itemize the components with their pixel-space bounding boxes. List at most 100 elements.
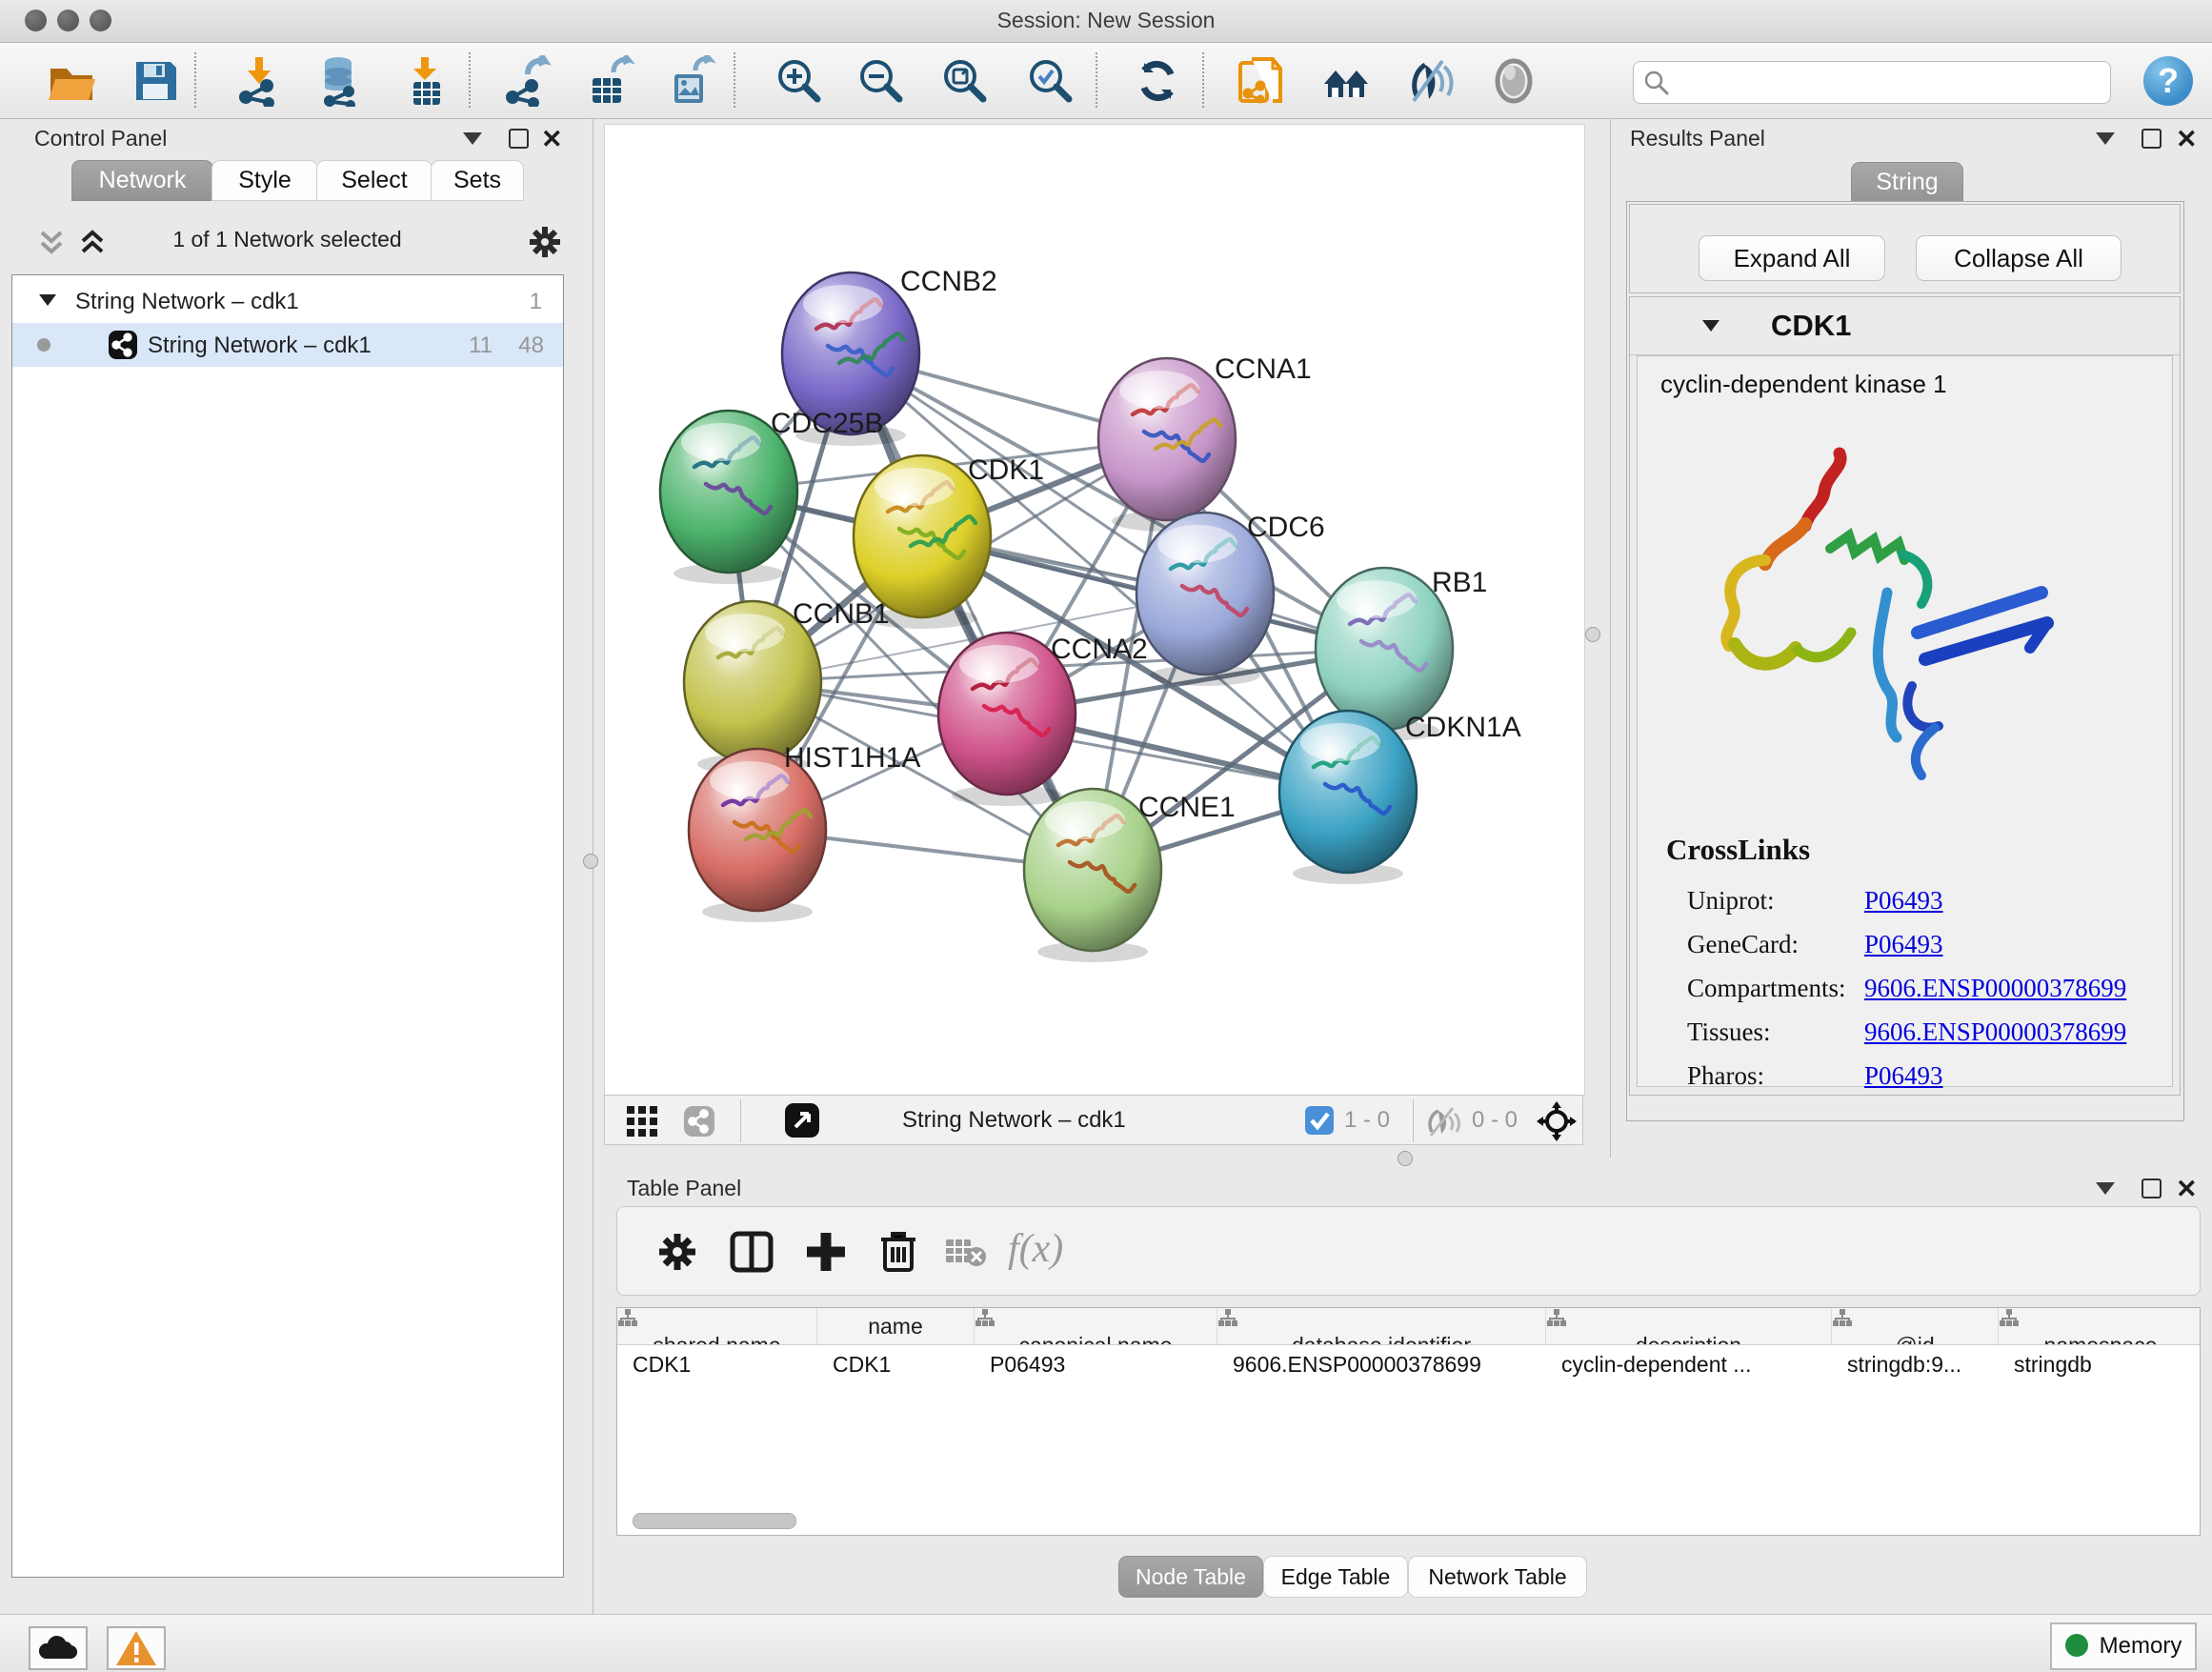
table-cell: 9606.ENSP00000378699: [1217, 1344, 1546, 1386]
tab-sets[interactable]: Sets: [431, 160, 524, 201]
network-graph-svg[interactable]: CCNB2CCNA1CDC25BCDK1CDC6RB1CCNB1CCNA2CDK…: [605, 125, 1582, 1093]
memory-status-dot: [2065, 1634, 2088, 1657]
delete-column-icon[interactable]: [876, 1228, 920, 1274]
hidden-items-eye-icon[interactable]: [1426, 1105, 1460, 1138]
column-header-database-identifier[interactable]: database identifier: [1217, 1308, 1546, 1344]
status-bar: Memory: [0, 1614, 2212, 1672]
open-network-file-icon[interactable]: [1235, 55, 1286, 107]
import-network-icon[interactable]: [234, 55, 286, 107]
table-panel-close-icon[interactable]: ✕: [2176, 1179, 2198, 1199]
string-buttons-row: Expand All Collapse All: [1629, 204, 2181, 293]
results-panel-collapse-icon[interactable]: [2096, 132, 2115, 145]
tab-string[interactable]: String: [1851, 162, 1963, 203]
show-hide-graphics-icon[interactable]: [1404, 55, 1456, 107]
node-CDC25B[interactable]: CDC25B: [660, 408, 883, 584]
collection-expand-icon[interactable]: [39, 294, 56, 306]
column-header-description[interactable]: description: [1546, 1308, 1832, 1344]
node-label-CCNB1: CCNB1: [793, 598, 890, 630]
control-panel-collapse-icon[interactable]: [463, 132, 482, 145]
crosslink-link[interactable]: P06493: [1864, 1061, 1943, 1091]
crosslink-label: Uniprot:: [1687, 886, 1775, 916]
column-header-canonical-name[interactable]: canonical name: [975, 1308, 1217, 1344]
network-view-canvas[interactable]: CCNB2CCNA1CDC25BCDK1CDC6RB1CCNB1CCNA2CDK…: [604, 124, 1585, 1096]
birdseye-view-icon[interactable]: [784, 1102, 820, 1138]
control-panel-float-icon[interactable]: [509, 129, 529, 149]
node-CCNA1[interactable]: CCNA1: [1098, 353, 1312, 532]
table-panel-collapse-icon[interactable]: [2096, 1182, 2115, 1195]
selected-nodes-checkbox[interactable]: [1305, 1106, 1334, 1135]
results-panel-close-icon[interactable]: ✕: [2176, 130, 2198, 149]
search-input[interactable]: [1678, 66, 2101, 98]
table-row[interactable]: CDK1CDK1P064939606.ENSP00000378699cyclin…: [617, 1344, 2200, 1386]
delete-table-icon[interactable]: [945, 1236, 987, 1268]
tab-edge-table[interactable]: Edge Table: [1263, 1556, 1408, 1598]
save-session-icon[interactable]: [130, 55, 181, 107]
home-icon[interactable]: [1320, 55, 1372, 107]
cloud-status-button[interactable]: [29, 1626, 88, 1670]
bottom-splitter-handle[interactable]: [1398, 1151, 1413, 1166]
zoom-fit-icon[interactable]: [939, 55, 991, 107]
network-row-selected[interactable]: String Network – cdk1 11 48: [12, 323, 563, 367]
crosslink-link[interactable]: P06493: [1864, 930, 1943, 959]
warning-status-button[interactable]: [107, 1626, 166, 1670]
zoom-out-icon[interactable]: [855, 55, 907, 107]
node-CCNE1[interactable]: CCNE1: [1024, 789, 1236, 962]
preview-orb-icon[interactable]: [1488, 55, 1539, 107]
network-icon-gray[interactable]: [683, 1105, 715, 1138]
crosslink-row: GeneCard:P06493: [1687, 922, 2154, 966]
column-header-label: namespace: [2044, 1333, 2158, 1344]
node-CCNA2[interactable]: CCNA2: [938, 633, 1148, 806]
tab-select[interactable]: Select: [316, 160, 432, 201]
refresh-layout-icon[interactable]: [1132, 55, 1183, 107]
zoom-in-icon[interactable]: [774, 55, 825, 107]
control-panel-close-icon[interactable]: ✕: [541, 130, 563, 149]
column-header-label: shared name: [653, 1333, 780, 1344]
left-splitter-handle[interactable]: [583, 854, 598, 869]
export-table-icon[interactable]: [585, 55, 636, 107]
network-view-toolbar: String Network – cdk1 1 - 0 0 - 0: [604, 1095, 1583, 1145]
entry-expand-icon[interactable]: [1702, 320, 1719, 332]
table-options-gear-icon[interactable]: [655, 1230, 699, 1274]
node-label-CDC6: CDC6: [1247, 512, 1325, 543]
column-header-shared-name[interactable]: shared name: [617, 1308, 817, 1344]
tab-node-table[interactable]: Node Table: [1118, 1556, 1263, 1598]
crosslink-link[interactable]: 9606.ENSP00000378699: [1864, 974, 2126, 1003]
zoom-selected-icon[interactable]: [1025, 55, 1076, 107]
export-network-icon[interactable]: [503, 55, 554, 107]
table-cell: P06493: [975, 1344, 1217, 1386]
show-columns-icon[interactable]: [730, 1230, 774, 1274]
open-session-icon[interactable]: [46, 55, 97, 107]
export-image-icon[interactable]: [667, 55, 718, 107]
node-HIST1H1A[interactable]: HIST1H1A: [689, 742, 920, 922]
import-table-icon[interactable]: [400, 55, 452, 107]
tab-style[interactable]: Style: [211, 160, 318, 201]
grid-view-icon[interactable]: [626, 1105, 658, 1138]
pan-crosshair-icon[interactable]: [1537, 1101, 1577, 1141]
memory-button[interactable]: Memory: [2050, 1622, 2197, 1670]
table-panel-float-icon[interactable]: [2142, 1178, 2162, 1199]
table-horizontal-scrollbar[interactable]: [633, 1513, 796, 1529]
help-button[interactable]: ?: [2143, 56, 2193, 106]
tab-network[interactable]: Network: [71, 160, 213, 201]
toolbar-divider: [740, 1099, 741, 1142]
crosslink-link[interactable]: 9606.ENSP00000378699: [1864, 1017, 2126, 1047]
crosslink-link[interactable]: P06493: [1864, 886, 1943, 916]
tab-network-table[interactable]: Network Table: [1408, 1556, 1587, 1598]
right-splitter-handle[interactable]: [1585, 627, 1600, 642]
crosslink-label: Compartments:: [1687, 974, 1845, 1003]
collapse-all-button[interactable]: Collapse All: [1916, 235, 2122, 281]
column-header-label: canonical name: [1018, 1333, 1172, 1344]
network-collection-row[interactable]: String Network – cdk1 1: [12, 279, 563, 323]
column-header-name[interactable]: name: [817, 1308, 975, 1344]
crosslinks-heading: CrossLinks: [1666, 833, 1810, 867]
add-column-icon[interactable]: [804, 1230, 848, 1274]
import-database-icon[interactable]: [314, 55, 366, 107]
results-panel-title: Results Panel: [1630, 126, 1765, 151]
column-header-@id[interactable]: @id: [1832, 1308, 1999, 1344]
column-header-namespace[interactable]: namespace: [1999, 1308, 2201, 1344]
expand-all-button[interactable]: Expand All: [1699, 235, 1885, 281]
results-panel-float-icon[interactable]: [2142, 129, 2162, 149]
function-builder-icon[interactable]: f(x): [1008, 1226, 1063, 1272]
protein-entry-header[interactable]: CDK1: [1630, 297, 2180, 355]
network-options-gear-icon[interactable]: [526, 223, 564, 261]
